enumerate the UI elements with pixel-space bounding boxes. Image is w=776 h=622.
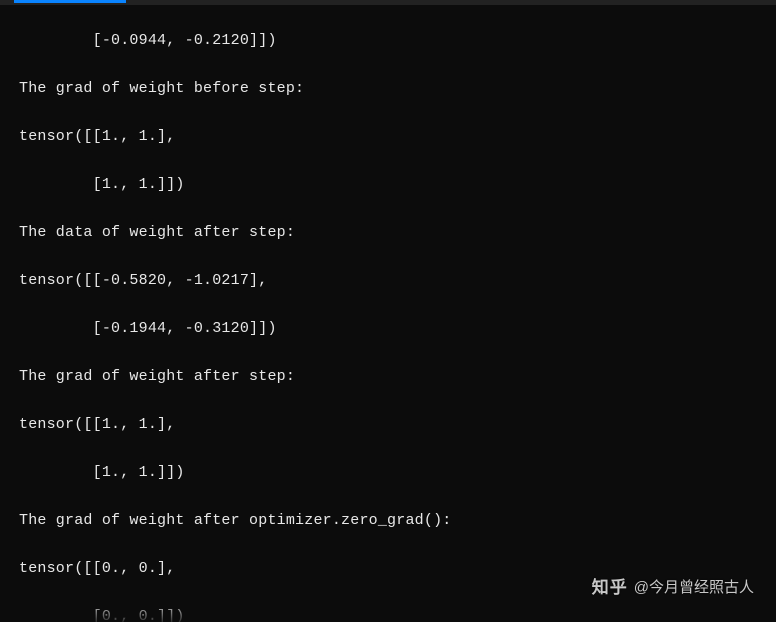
terminal-line: The grad of weight before step: <box>19 77 776 101</box>
terminal-line: [-0.0944, -0.2120]]) <box>19 29 776 53</box>
terminal-line: [0., 0.]]) <box>19 605 776 622</box>
terminal-line: tensor([[-0.5820, -1.0217], <box>19 269 776 293</box>
terminal-line: tensor([[1., 1.], <box>19 125 776 149</box>
zhihu-author-handle: @今月曾经照古人 <box>634 576 754 600</box>
active-tab-indicator <box>14 0 126 3</box>
terminal-line: tensor([[1., 1.], <box>19 413 776 437</box>
terminal-line: [1., 1.]]) <box>19 461 776 485</box>
terminal-line: [-0.1944, -0.3120]]) <box>19 317 776 341</box>
zhihu-watermark: 知乎 @今月曾经照古人 <box>592 576 754 600</box>
terminal-line: The data of weight after step: <box>19 221 776 245</box>
terminal-output[interactable]: [-0.0944, -0.2120]]) The grad of weight … <box>0 5 776 622</box>
terminal-line: The grad of weight after optimizer.zero_… <box>19 509 776 533</box>
terminal-line: The grad of weight after step: <box>19 365 776 389</box>
terminal-line: [1., 1.]]) <box>19 173 776 197</box>
zhihu-logo-icon: 知乎 <box>592 576 628 600</box>
